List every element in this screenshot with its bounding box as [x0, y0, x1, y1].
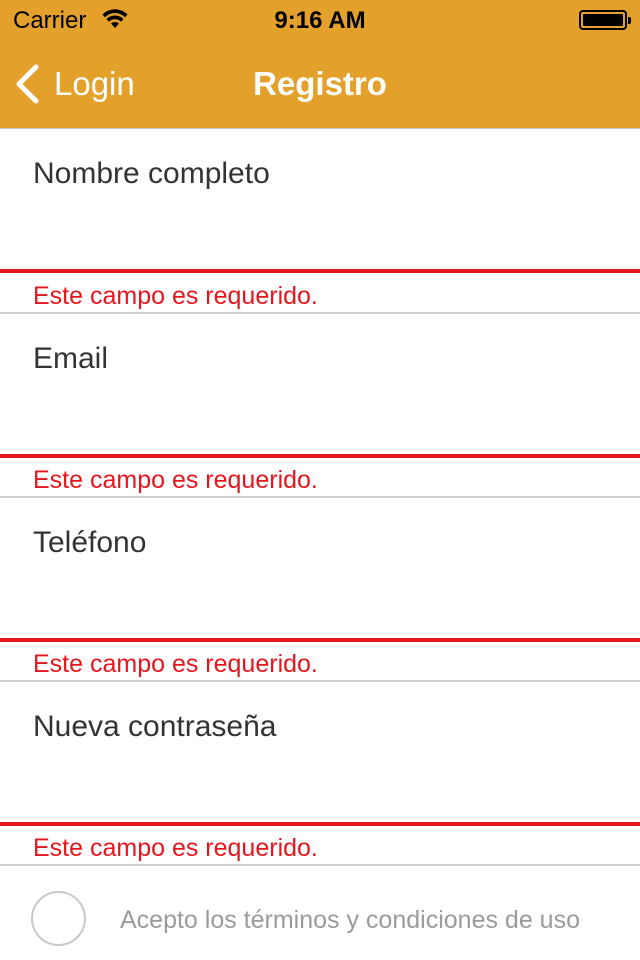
battery-icon: [579, 10, 631, 30]
full-name-error: Este campo es requerido.: [33, 282, 318, 310]
terms-checkbox[interactable]: [31, 891, 86, 946]
top-bar: Carrier 9:16 AM Login Registro: [0, 0, 640, 128]
error-underline: [0, 454, 640, 458]
terms-row[interactable]: Acepto los términos y condiciones de uso: [0, 866, 640, 960]
status-time: 9:16 AM: [274, 7, 366, 34]
new-password-field[interactable]: [0, 682, 640, 826]
error-underline: [0, 269, 640, 273]
phone-field[interactable]: [0, 498, 640, 642]
terms-label: Acepto los términos y condiciones de uso: [120, 906, 580, 934]
new-password-input[interactable]: [33, 710, 613, 744]
full-name-input[interactable]: [33, 157, 613, 191]
email-field[interactable]: [0, 314, 640, 458]
page-title: Registro: [253, 65, 387, 102]
email-input[interactable]: [33, 342, 613, 376]
navigation-bar: Login Registro: [0, 40, 640, 128]
status-bar: Carrier 9:16 AM: [0, 0, 640, 40]
phone-input[interactable]: [33, 526, 613, 560]
error-underline: [0, 822, 640, 826]
full-name-field[interactable]: [0, 129, 640, 273]
email-error: Este campo es requerido.: [33, 466, 318, 494]
phone-error: Este campo es requerido.: [33, 650, 318, 678]
error-underline: [0, 638, 640, 642]
new-password-error: Este campo es requerido.: [33, 834, 318, 862]
